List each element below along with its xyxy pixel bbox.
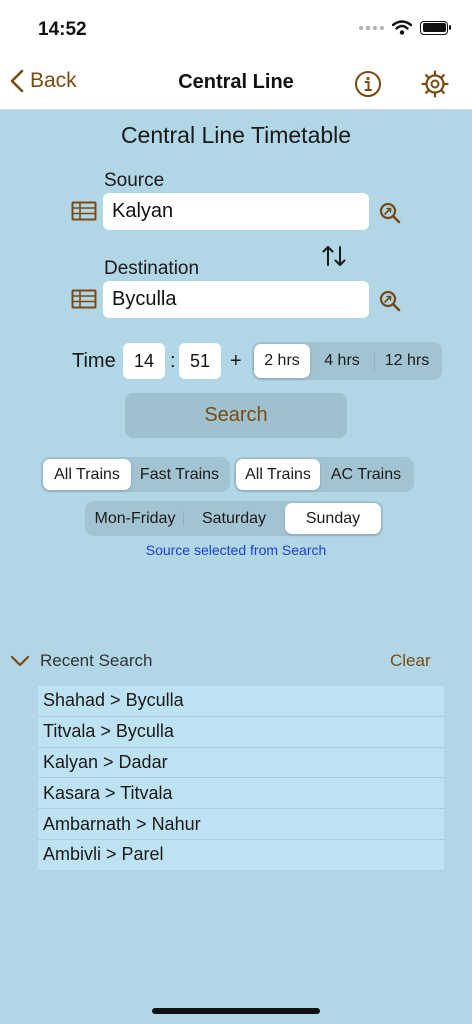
filter-fast-trains[interactable]: Fast Trains — [131, 459, 228, 490]
chevron-left-icon — [10, 69, 24, 93]
list-item[interactable]: Ambarnath > Nahur — [38, 809, 444, 840]
signal-dots-icon — [359, 25, 384, 30]
list-item[interactable]: Shahad > Byculla — [38, 686, 444, 717]
chevron-down-icon — [10, 655, 30, 667]
filter-all-trains[interactable]: All Trains — [43, 459, 131, 490]
source-input[interactable] — [103, 193, 369, 230]
battery-icon — [420, 20, 451, 35]
minute-field[interactable]: 51 — [179, 343, 221, 379]
info-icon[interactable] — [354, 70, 382, 98]
zoom-search-icon[interactable] — [378, 289, 402, 313]
list-item[interactable]: Kalyan > Dadar — [38, 747, 444, 779]
clear-button[interactable]: Clear — [390, 651, 431, 671]
hour-field[interactable]: 14 — [123, 343, 165, 379]
search-button[interactable]: Search — [125, 393, 347, 438]
time-separator: : — [170, 350, 176, 372]
time-plus: + — [230, 350, 242, 372]
table-icon[interactable] — [71, 289, 97, 309]
recent-search-title: Recent Search — [40, 651, 153, 670]
duration-12-hrs[interactable]: 12 hrs — [374, 344, 440, 378]
swap-arrows-icon[interactable] — [321, 244, 347, 268]
zoom-search-icon[interactable] — [378, 201, 402, 225]
list-item[interactable]: Kasara > Titvala — [38, 778, 444, 810]
speed-filter-control: All Trains Fast Trains — [41, 457, 230, 492]
source-label: Source — [104, 170, 165, 191]
table-icon[interactable] — [71, 201, 97, 221]
filter-saturday[interactable]: Saturday — [183, 503, 285, 534]
filter-mon-friday[interactable]: Mon-Friday — [87, 503, 183, 534]
home-indicator — [152, 1008, 320, 1014]
destination-input[interactable] — [103, 281, 369, 318]
back-button[interactable]: Back — [10, 69, 77, 93]
type-filter-control: All Trains AC Trains — [234, 457, 414, 492]
recent-search-toggle[interactable]: Recent Search — [10, 651, 152, 671]
wifi-icon — [392, 20, 412, 35]
duration-4-hrs[interactable]: 4 hrs — [310, 344, 374, 378]
page-heading: Central Line Timetable — [120, 122, 352, 148]
days-filter-control: Mon-Friday Saturday Sunday — [85, 501, 383, 536]
list-item[interactable]: Ambivli > Parel — [38, 839, 444, 871]
list-item[interactable]: Titvala > Byculla — [38, 716, 444, 748]
source-hint: Source selected from Search — [145, 542, 327, 558]
status-bar: 14:52 — [0, 0, 472, 56]
status-time: 14:52 — [38, 19, 87, 40]
duration-segmented-control: 2 hrs 4 hrs 12 hrs — [252, 342, 442, 380]
gear-icon[interactable] — [420, 69, 450, 99]
filter-sunday[interactable]: Sunday — [285, 503, 381, 534]
back-label: Back — [30, 69, 77, 92]
time-label: Time — [72, 350, 116, 372]
filter-ac-trains[interactable]: AC Trains — [320, 459, 412, 490]
filter-all-trains-type[interactable]: All Trains — [236, 459, 320, 490]
duration-2-hrs[interactable]: 2 hrs — [254, 344, 310, 378]
navigation-bar: Back Central Line — [0, 56, 472, 110]
destination-label: Destination — [104, 258, 200, 279]
status-icons — [359, 20, 451, 35]
recent-search-list: Shahad > Byculla Titvala > Byculla Kalya… — [38, 686, 444, 871]
